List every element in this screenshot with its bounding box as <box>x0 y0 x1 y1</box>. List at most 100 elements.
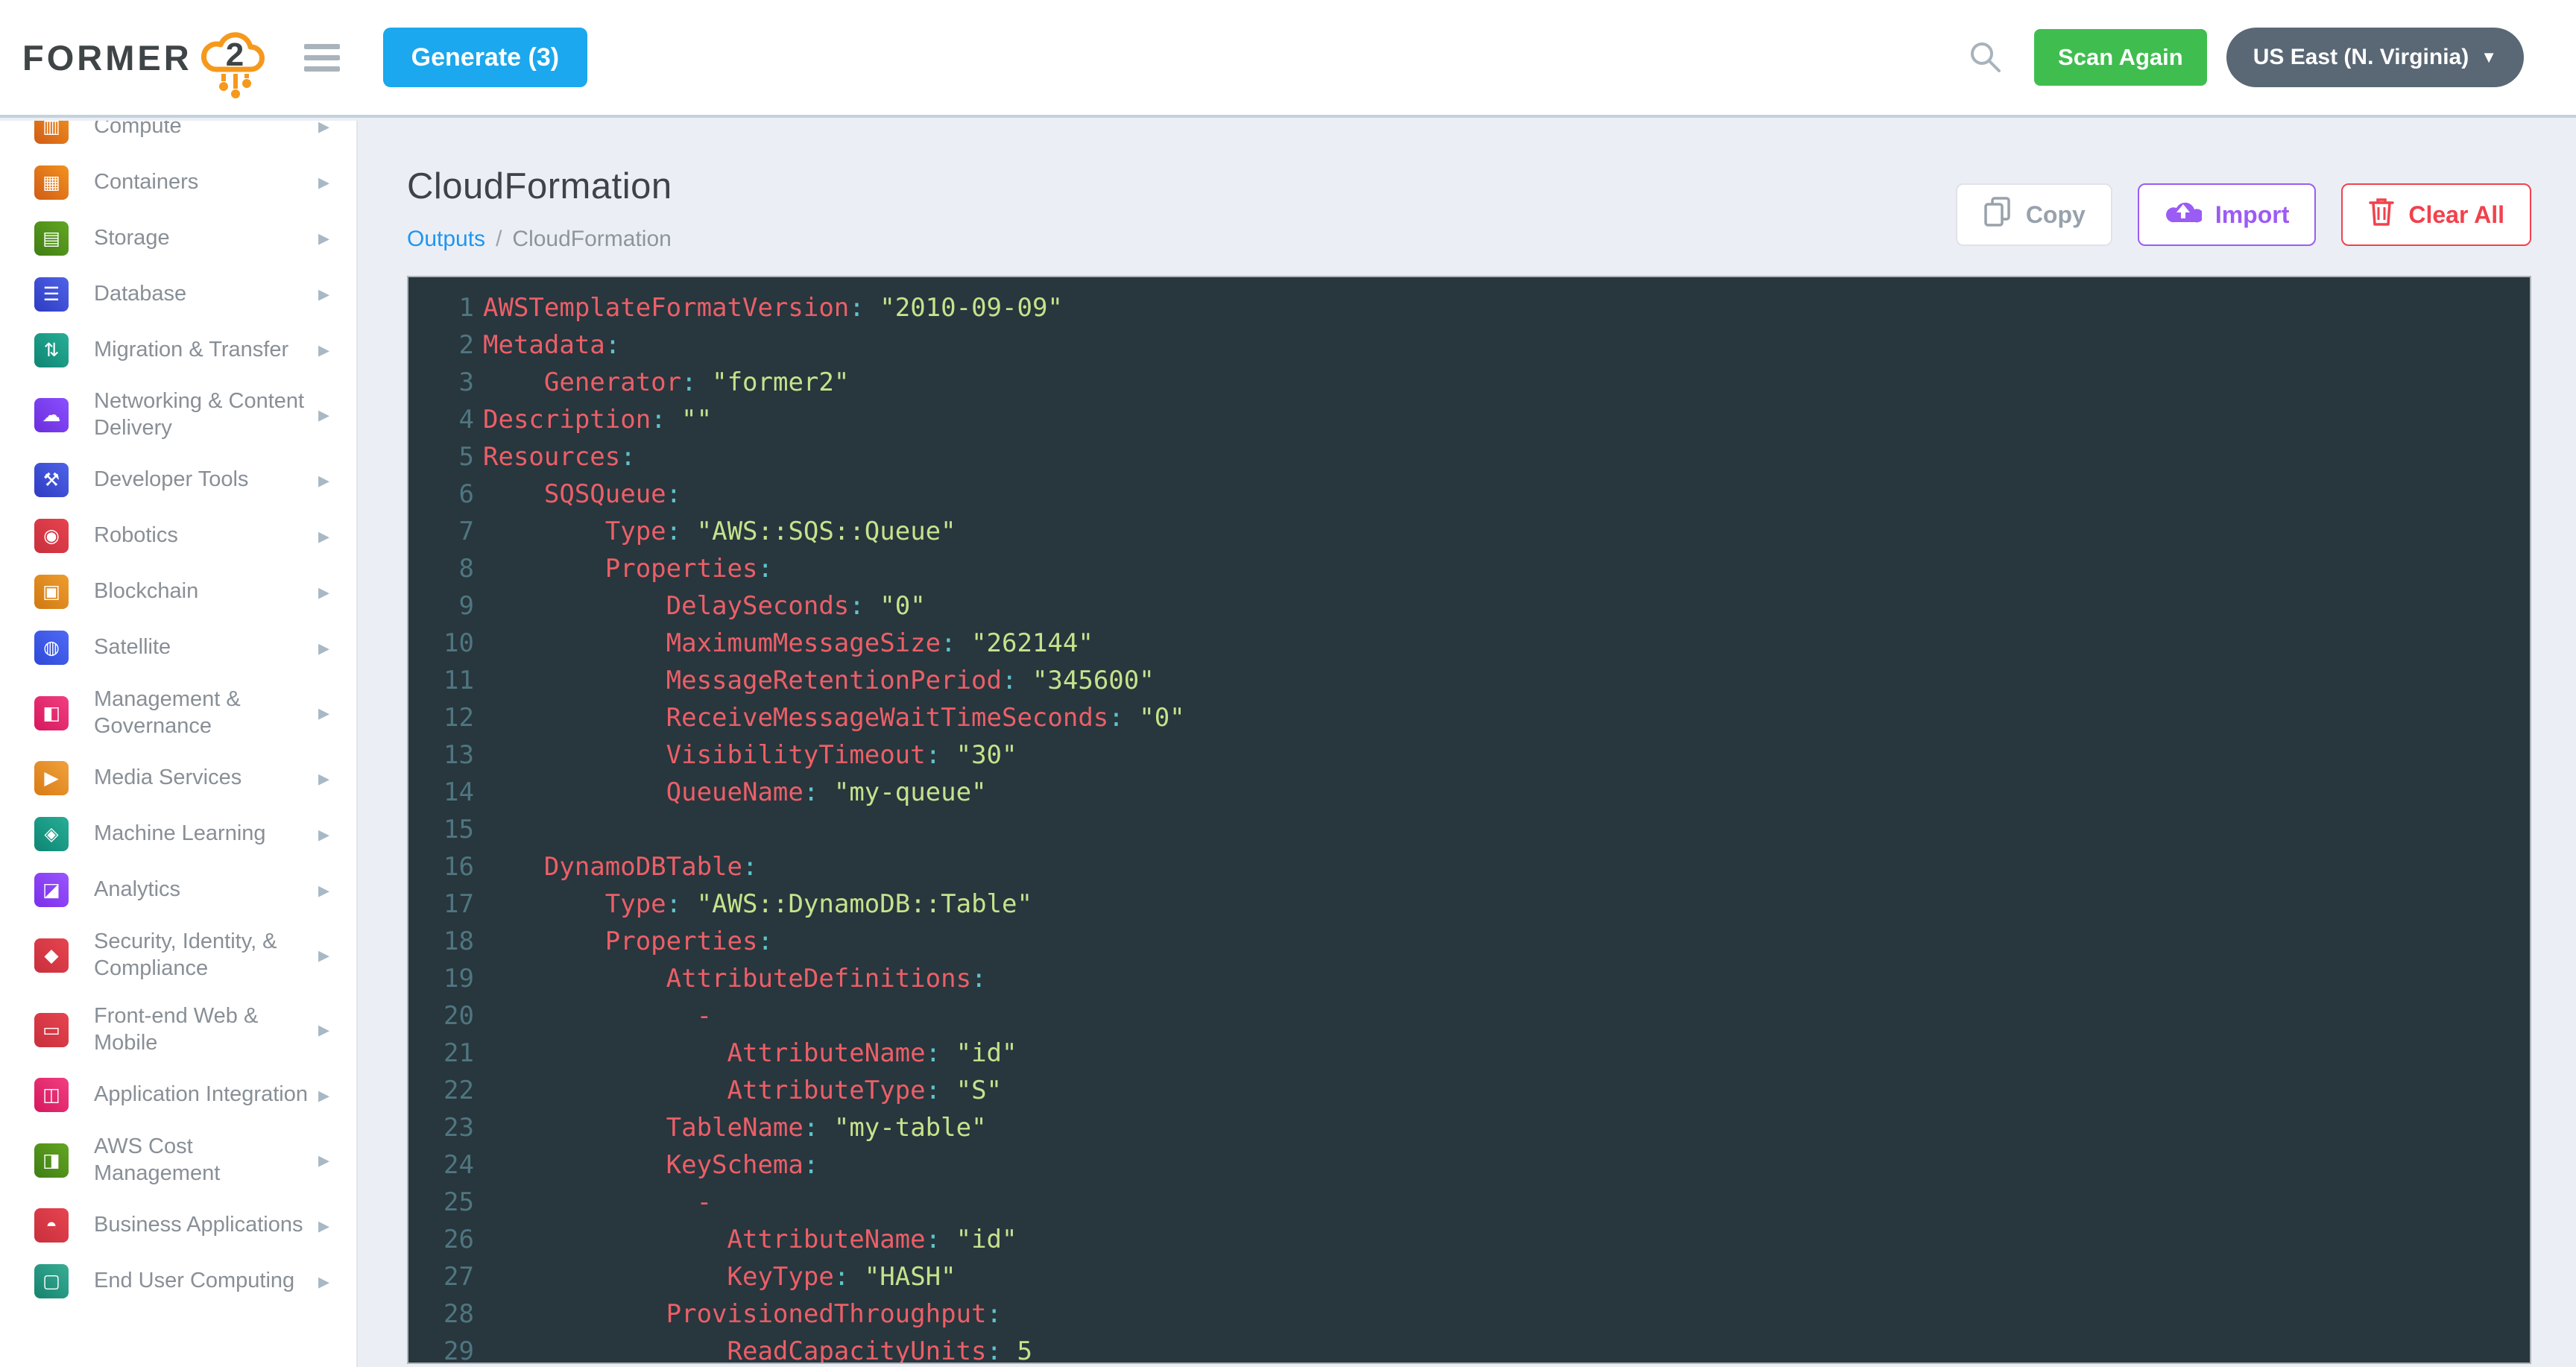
code-line: 6 SQSQueue: <box>408 476 2530 513</box>
service-category-icon: ◨ <box>34 1143 69 1178</box>
sidebar-item-front-end-web-mobile[interactable]: ▭Front-end Web & Mobile▸ <box>0 993 356 1067</box>
sidebar-item-blockchain[interactable]: ▣Blockchain▸ <box>0 564 356 620</box>
app-header: FORMER 2 Generate (3) Scan Again US East <box>0 0 2576 118</box>
sidebar-item-management-governance[interactable]: ◧Management & Governance▸ <box>0 676 356 751</box>
sidebar-item-developer-tools[interactable]: ⚒Developer Tools▸ <box>0 452 356 508</box>
line-number: 22 <box>408 1072 483 1109</box>
sidebar-item-machine-learning[interactable]: ◈Machine Learning▸ <box>0 806 356 862</box>
sidebar-item-label: Database <box>94 281 186 308</box>
sidebar-item-label: End User Computing <box>94 1268 294 1295</box>
sidebar-item-security-identity-compliance[interactable]: ◆Security, Identity, & Compliance▸ <box>0 918 356 993</box>
code-line: 7 Type: "AWS::SQS::Queue" <box>408 513 2530 550</box>
sidebar-item-label: Security, Identity, & Compliance <box>94 929 318 982</box>
sidebar-item-end-user-computing[interactable]: ▢End User Computing▸ <box>0 1254 356 1310</box>
service-category-icon: ◈ <box>34 817 69 851</box>
sidebar-item-label: Developer Tools <box>94 467 248 493</box>
cloudformation-code-editor[interactable]: 1AWSTemplateFormatVersion: "2010-09-09"2… <box>407 276 2531 1364</box>
sidebar-item-label: Analytics <box>94 877 180 903</box>
sidebar-item-compute[interactable]: ▥Compute▸ <box>0 121 356 154</box>
sidebar-item-migration-transfer[interactable]: ⇅Migration & Transfer▸ <box>0 322 356 378</box>
sidebar-item-aws-cost-management[interactable]: ◨AWS Cost Management▸ <box>0 1123 356 1198</box>
line-number: 12 <box>408 699 483 736</box>
clear-all-button[interactable]: Clear All <box>2341 183 2531 246</box>
code-line: 12 ReceiveMessageWaitTimeSeconds: "0" <box>408 699 2530 736</box>
line-number: 20 <box>408 997 483 1035</box>
scan-again-button[interactable]: Scan Again <box>2034 29 2207 86</box>
line-number: 4 <box>408 401 483 438</box>
chevron-right-icon: ▸ <box>318 579 329 605</box>
menu-hamburger-icon[interactable] <box>304 44 340 72</box>
sidebar-item-label: Containers <box>94 169 198 196</box>
breadcrumb-link-outputs[interactable]: Outputs <box>407 227 485 251</box>
cloud-upload-icon <box>2165 197 2202 233</box>
chevron-right-icon: ▸ <box>318 1017 329 1043</box>
service-category-icon: ▶ <box>34 761 69 795</box>
page-title: CloudFormation <box>407 165 672 207</box>
service-category-icon: ▦ <box>34 165 69 200</box>
chevron-right-icon: ▸ <box>318 337 329 363</box>
sidebar-item-containers[interactable]: ▦Containers▸ <box>0 154 356 210</box>
code-line: 9 DelaySeconds: "0" <box>408 587 2530 625</box>
code-line: 18 Properties: <box>408 923 2530 960</box>
line-number: 2 <box>408 326 483 364</box>
chevron-right-icon: ▸ <box>318 402 329 428</box>
sidebar-item-storage[interactable]: ▤ Storage ▸ <box>0 210 356 266</box>
logo-cloud-icon: 2 <box>195 22 273 101</box>
code-line: 8 Properties: <box>408 550 2530 587</box>
sidebar-item-application-integration[interactable]: ◫Application Integration▸ <box>0 1067 356 1123</box>
sidebar-item-label: Blockchain <box>94 578 198 605</box>
code-lines: 1AWSTemplateFormatVersion: "2010-09-09"2… <box>408 289 2530 1364</box>
region-selector[interactable]: US East (N. Virginia) ▼ <box>2226 28 2524 87</box>
sidebar-item-networking-content-delivery[interactable]: ☁ Networking & Content Delivery▸ <box>0 378 356 452</box>
line-number: 5 <box>408 438 483 476</box>
sidebar-item-analytics[interactable]: ◪Analytics▸ <box>0 862 356 918</box>
sidebar-item-media-services[interactable]: ▶ Media Services ▸ <box>0 751 356 806</box>
caret-down-icon: ▼ <box>2481 48 2497 67</box>
clear-all-label: Clear All <box>2408 201 2504 229</box>
code-line: 26 AttributeName: "id" <box>408 1221 2530 1258</box>
code-line: 14 QueueName: "my-queue" <box>408 774 2530 811</box>
trash-icon <box>2368 196 2395 233</box>
code-line: 13 VisibilityTimeout: "30" <box>408 736 2530 774</box>
line-number: 21 <box>408 1035 483 1072</box>
sidebar-item-database[interactable]: ☰Database▸ <box>0 266 356 322</box>
code-line: 29 ReadCapacityUnits: 5 <box>408 1333 2530 1364</box>
former2-logo[interactable]: FORMER 2 <box>22 14 273 101</box>
chevron-right-icon: ▸ <box>318 523 329 549</box>
chevron-right-icon: ▸ <box>318 467 329 493</box>
sidebar-item-label: Application Integration <box>94 1082 308 1108</box>
code-line: 16 DynamoDBTable: <box>408 848 2530 885</box>
breadcrumb-separator: / <box>496 227 502 251</box>
search-icon[interactable] <box>1967 39 2004 76</box>
chevron-right-icon: ▸ <box>318 225 329 251</box>
sidebar-item-label: Management & Governance <box>94 686 318 740</box>
sidebar-item-business-applications[interactable]: ◓Business Applications▸ <box>0 1198 356 1254</box>
line-number: 8 <box>408 550 483 587</box>
sidebar-item-label: Media Services <box>94 765 242 792</box>
logo-text: FORMER <box>22 37 192 78</box>
code-line: 2Metadata: <box>408 326 2530 364</box>
generate-button[interactable]: Generate (3) <box>383 28 587 87</box>
code-line: 5Resources: <box>408 438 2530 476</box>
chevron-right-icon: ▸ <box>318 765 329 792</box>
code-line: 28 ProvisionedThroughput: <box>408 1295 2530 1333</box>
sidebar-item-label: Storage <box>94 225 170 252</box>
sidebar-item-label: Networking & Content Delivery <box>94 388 318 442</box>
service-category-icon: ▤ <box>34 221 69 256</box>
sidebar-item-label: AWS Cost Management <box>94 1134 318 1187</box>
output-actions: Copy Import <box>1956 183 2531 246</box>
service-category-icon: ☁ <box>34 398 69 432</box>
sidebar-item-robotics[interactable]: ◉Robotics▸ <box>0 508 356 564</box>
sidebar-item-satellite[interactable]: ◍Satellite▸ <box>0 620 356 676</box>
sidebar-item-label: Business Applications <box>94 1212 303 1239</box>
code-line: 27 KeyType: "HASH" <box>408 1258 2530 1295</box>
sidebar-item-label: Machine Learning <box>94 821 266 847</box>
chevron-right-icon: ▸ <box>318 942 329 968</box>
page-header-row: CloudFormation Outputs/CloudFormation Co… <box>407 165 2531 252</box>
code-line: 10 MaximumMessageSize: "262144" <box>408 625 2530 662</box>
sidebar-item-label: Migration & Transfer <box>94 337 288 364</box>
title-block: CloudFormation Outputs/CloudFormation <box>407 165 672 252</box>
line-number: 16 <box>408 848 483 885</box>
copy-button[interactable]: Copy <box>1956 183 2112 246</box>
import-button[interactable]: Import <box>2138 183 2317 246</box>
